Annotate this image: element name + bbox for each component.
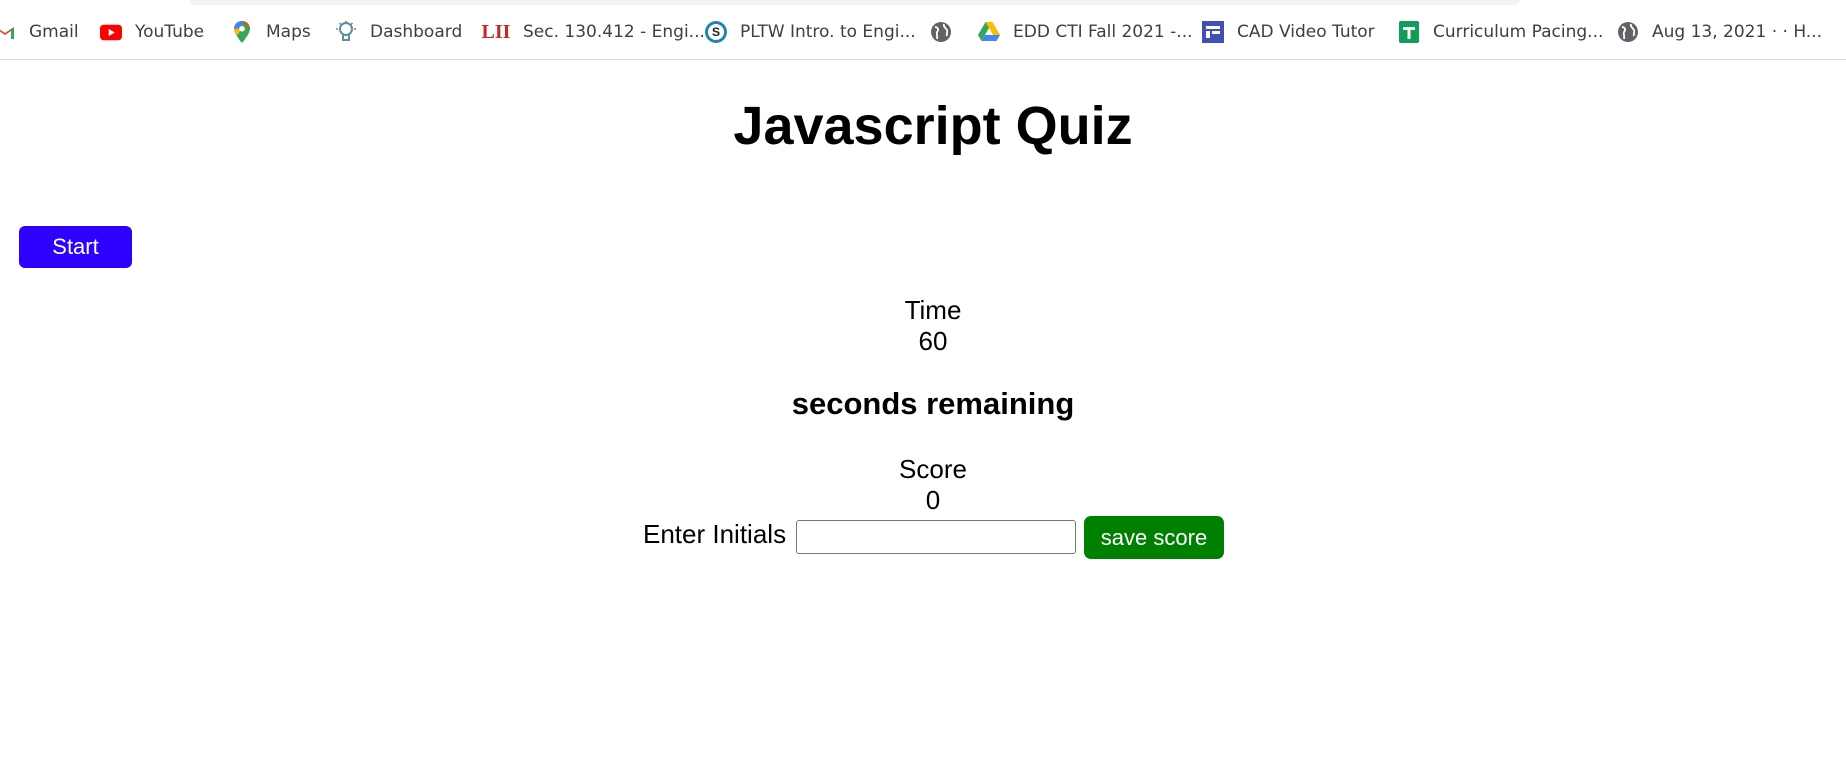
bookmark-youtube[interactable]: YouTube (100, 16, 204, 48)
youtube-icon (100, 21, 122, 43)
page-title: Javascript Quiz (733, 96, 1133, 156)
globe-icon (1617, 21, 1639, 43)
bookmark-label: YouTube (135, 22, 205, 42)
bookmark-label: Gmail (29, 22, 79, 42)
bookmark-label: Curriculum Pacing... (1433, 22, 1604, 42)
bookmark-label: EDD CTI Fall 2021 -... (1013, 22, 1193, 42)
start-button[interactable]: Start (19, 226, 132, 268)
gmail-icon (0, 21, 16, 43)
score-label: Score (899, 454, 967, 484)
save-score-button[interactable]: save score (1084, 516, 1224, 559)
cad-tutor-icon (1202, 21, 1224, 43)
bookmark-gmail[interactable]: Gmail (0, 16, 79, 48)
score-value: 0 (925, 485, 941, 515)
bookmark-maps[interactable]: Maps (231, 16, 311, 48)
bookmark-globe[interactable] (930, 16, 952, 48)
bookmark-aug-13-2021[interactable]: Aug 13, 2021 · · H... (1617, 16, 1822, 48)
bookmarks-bar: Gmail YouTube Maps Dashboard LII Sec. 13… (0, 0, 1846, 60)
time-label: Time (904, 295, 962, 325)
address-bar-edge (190, 0, 1520, 5)
seconds-remaining-heading: seconds remaining (791, 386, 1075, 421)
skype-icon: S (705, 21, 727, 43)
bookmark-edd-cti-fall-2021[interactable]: EDD CTI Fall 2021 -... (978, 16, 1193, 48)
google-drive-icon (978, 21, 1000, 43)
bookmark-cad-video-tutor[interactable]: CAD Video Tutor (1202, 16, 1375, 48)
lii-icon: LII (481, 20, 511, 43)
maps-icon (231, 21, 253, 43)
bookmark-label: Dashboard (370, 22, 463, 42)
bookmark-label: PLTW Intro. to Engi... (740, 22, 916, 42)
dashboard-icon (335, 21, 357, 43)
time-value: 60 (918, 326, 948, 356)
bookmark-dashboard[interactable]: Dashboard (335, 16, 462, 48)
bookmark-label: CAD Video Tutor (1237, 22, 1375, 42)
bookmark-label: Aug 13, 2021 · · H... (1652, 22, 1823, 42)
bookmark-pltw-intro[interactable]: S PLTW Intro. to Engi... (705, 16, 916, 48)
bookmark-label: Maps (266, 22, 311, 42)
bookmark-curriculum-pacing[interactable]: Curriculum Pacing... (1398, 16, 1603, 48)
globe-icon (930, 21, 952, 43)
initials-label: Enter Initials (643, 519, 787, 549)
google-sheets-icon (1398, 21, 1420, 43)
initials-input[interactable] (796, 520, 1076, 554)
bookmark-label: Sec. 130.412 - Engi... (523, 22, 705, 42)
bookmark-lii-sec-130-412[interactable]: LII Sec. 130.412 - Engi... (481, 16, 705, 48)
